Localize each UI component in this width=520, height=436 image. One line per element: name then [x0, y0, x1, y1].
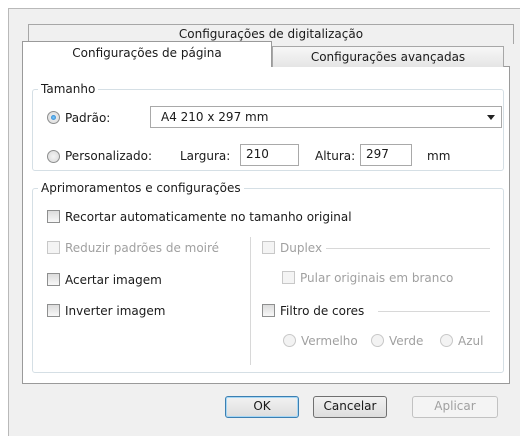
apply-button[interactable]: Aplicar: [412, 396, 498, 418]
skip-blank-checkbox[interactable]: [282, 271, 295, 284]
chevron-down-icon: [487, 115, 495, 120]
custom-radio[interactable]: [47, 150, 60, 163]
height-field[interactable]: 297: [360, 144, 412, 166]
cancel-button[interactable]: Cancelar: [313, 396, 387, 418]
reduce-moire-checkbox[interactable]: [47, 241, 60, 254]
blue-radio[interactable]: [440, 334, 453, 347]
green-radio[interactable]: [371, 334, 384, 347]
column-divider: [250, 237, 251, 365]
straighten-checkbox[interactable]: [47, 273, 60, 286]
width-label: Largura:: [180, 149, 231, 163]
size-group-legend: Tamanho: [38, 82, 99, 96]
tab-page-settings[interactable]: Configurações de página: [22, 41, 272, 67]
straighten-label: Acertar imagem: [65, 273, 162, 287]
duplex-label: Duplex: [280, 241, 323, 255]
height-label: Altura:: [315, 149, 356, 163]
enhancements-group-legend: Aprimoramentos e configurações: [38, 181, 244, 195]
invert-label: Inverter imagem: [65, 304, 166, 318]
tab-advanced-settings[interactable]: Configurações avançadas: [272, 46, 504, 67]
green-label: Verde: [389, 334, 424, 348]
color-filter-label: Filtro de cores: [280, 304, 365, 318]
paper-size-value: A4 210 x 297 mm: [161, 110, 269, 124]
skip-blank-label: Pular originais em branco: [300, 271, 454, 285]
standard-radio[interactable]: [47, 111, 60, 124]
invert-checkbox[interactable]: [47, 304, 60, 317]
width-field[interactable]: 210: [240, 144, 299, 166]
paper-size-dropdown[interactable]: A4 210 x 297 mm: [150, 106, 502, 128]
color-filter-divider: [378, 311, 490, 312]
blue-label: Azul: [458, 334, 484, 348]
red-radio[interactable]: [283, 334, 296, 347]
standard-label: Padrão:: [65, 111, 111, 125]
auto-crop-checkbox[interactable]: [47, 210, 60, 223]
unit-label: mm: [427, 149, 451, 163]
auto-crop-label: Recortar automaticamente no tamanho orig…: [65, 210, 352, 224]
ok-button[interactable]: OK: [225, 396, 299, 418]
reduce-moire-label: Reduzir padrões de moiré: [65, 241, 220, 255]
duplex-divider: [326, 248, 490, 249]
custom-label: Personalizado:: [65, 149, 152, 163]
red-label: Vermelho: [301, 334, 358, 348]
color-filter-checkbox[interactable]: [262, 304, 275, 317]
duplex-checkbox[interactable]: [262, 241, 275, 254]
